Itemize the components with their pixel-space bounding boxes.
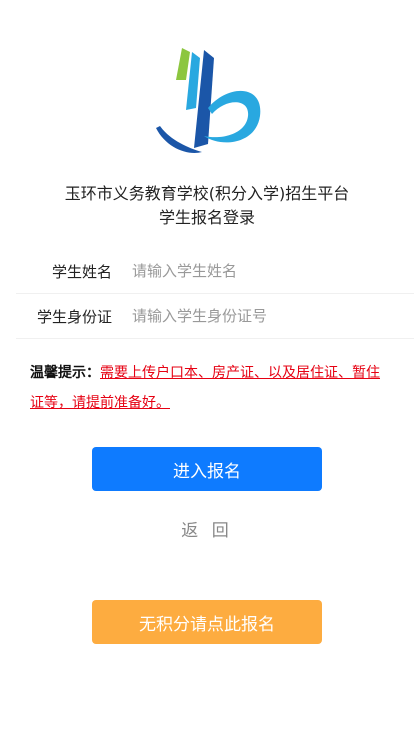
student-name-row: 学生姓名 <box>16 249 414 294</box>
platform-title: 玉环市义务教育学校(积分入学)招生平台 <box>64 184 350 203</box>
no-points-registration-button[interactable]: 无积分请点此报名 <box>92 600 322 644</box>
student-id-label: 学生身份证 <box>36 307 112 326</box>
student-id-input[interactable] <box>130 306 394 326</box>
student-id-row: 学生身份证 <box>16 294 414 339</box>
student-name-label: 学生姓名 <box>51 262 112 281</box>
notice: 温馨提示：需要上传户口本、房产证、以及居住证、暂住证等，请提前准备好。 <box>30 358 390 418</box>
page-title: 学生报名登录 <box>158 208 255 227</box>
notice-heading: 温馨提示： <box>30 365 100 381</box>
student-name-input[interactable] <box>130 261 394 281</box>
enter-registration-button[interactable]: 进入报名 <box>92 447 322 491</box>
back-button[interactable]: 返 回 <box>0 516 414 541</box>
school-logo-icon <box>142 40 268 166</box>
